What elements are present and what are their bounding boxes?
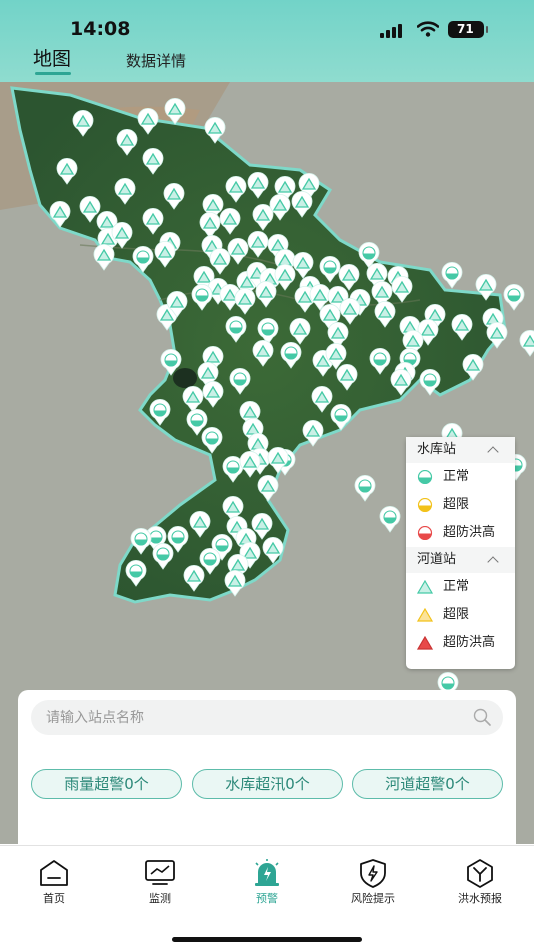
rain-alert-chip[interactable]: 雨量超警0个 [31,769,182,799]
legend-reservoir-title: 水库站 [417,442,457,457]
river-over-flood-icon [417,636,433,650]
river-alert-chip[interactable]: 河道超警0个 [352,769,503,799]
monitor-icon [145,860,175,885]
search-icon[interactable] [473,708,491,726]
nav-home[interactable]: 首页 [14,858,94,906]
legend-item: 超防洪高 [406,629,515,657]
reservoir-normal-icon [417,470,433,484]
status-time: 14:08 [70,18,131,40]
legend-label: 超限 [443,497,470,512]
reservoir-over-limit-icon [417,498,433,512]
search-panel: 雨量超警0个 水库超汛0个 河道超警0个 [18,690,516,845]
cellular-signal-icon [380,24,406,38]
station-search-input[interactable] [46,700,466,735]
forecast-icon [467,859,493,888]
chevron-up-icon [487,556,499,568]
bottom-nav: 首页 监测 预警 风险提示 洪水预报 [0,845,534,950]
reservoir-alert-chip[interactable]: 水库超汛0个 [192,769,343,799]
home-indicator [172,937,362,942]
legend-label: 正常 [443,579,470,594]
legend-label: 超限 [443,607,470,622]
legend-label: 正常 [443,469,470,484]
nav-alarm[interactable]: 预警 [227,858,307,906]
alarm-icon [255,859,279,886]
nav-risk-label: 风险提示 [351,892,395,905]
nav-monitor-label: 监测 [149,892,171,905]
legend-item: 正常 [406,463,515,491]
legend-item: 正常 [406,573,515,601]
nav-home-label: 首页 [43,892,65,905]
wifi-icon [417,21,439,37]
legend-item: 超限 [406,491,515,519]
nav-risk[interactable]: 风险提示 [333,858,413,906]
nav-alarm-label: 预警 [256,892,278,905]
tab-data-details[interactable]: 数据详情 [126,50,186,71]
legend-label: 超防洪高 [443,635,496,650]
app-header: 14:08 71 地图 数据详情 [0,0,534,82]
nav-monitor[interactable]: 监测 [120,858,200,906]
legend-item: 超限 [406,601,515,629]
legend-item: 超防洪高 [406,519,515,547]
status-bar: 14:08 71 [0,16,534,44]
chevron-up-icon [487,446,499,458]
legend-river-title: 河道站 [417,552,457,567]
nav-forecast-label: 洪水预报 [458,892,502,905]
legend-label: 超防洪高 [443,525,496,540]
reservoir-over-flood-icon [417,526,433,540]
nav-forecast[interactable]: 洪水预报 [440,858,520,906]
shield-bolt-icon [360,859,386,888]
tab-map[interactable]: 地图 [33,44,72,75]
legend-header-river[interactable]: 河道站 [406,547,515,573]
map-legend: 水库站 正常 超限 超防洪高 河道站 正常 超限 超防洪高 [406,437,515,669]
station-search-box[interactable] [31,700,503,735]
battery-icon: 71 [448,21,488,38]
home-icon [40,860,68,886]
battery-level: 71 [457,22,474,36]
legend-header-reservoir[interactable]: 水库站 [406,437,515,463]
top-tabs: 地图 数据详情 [0,44,534,78]
river-normal-icon [417,580,433,594]
river-over-limit-icon [417,608,433,622]
